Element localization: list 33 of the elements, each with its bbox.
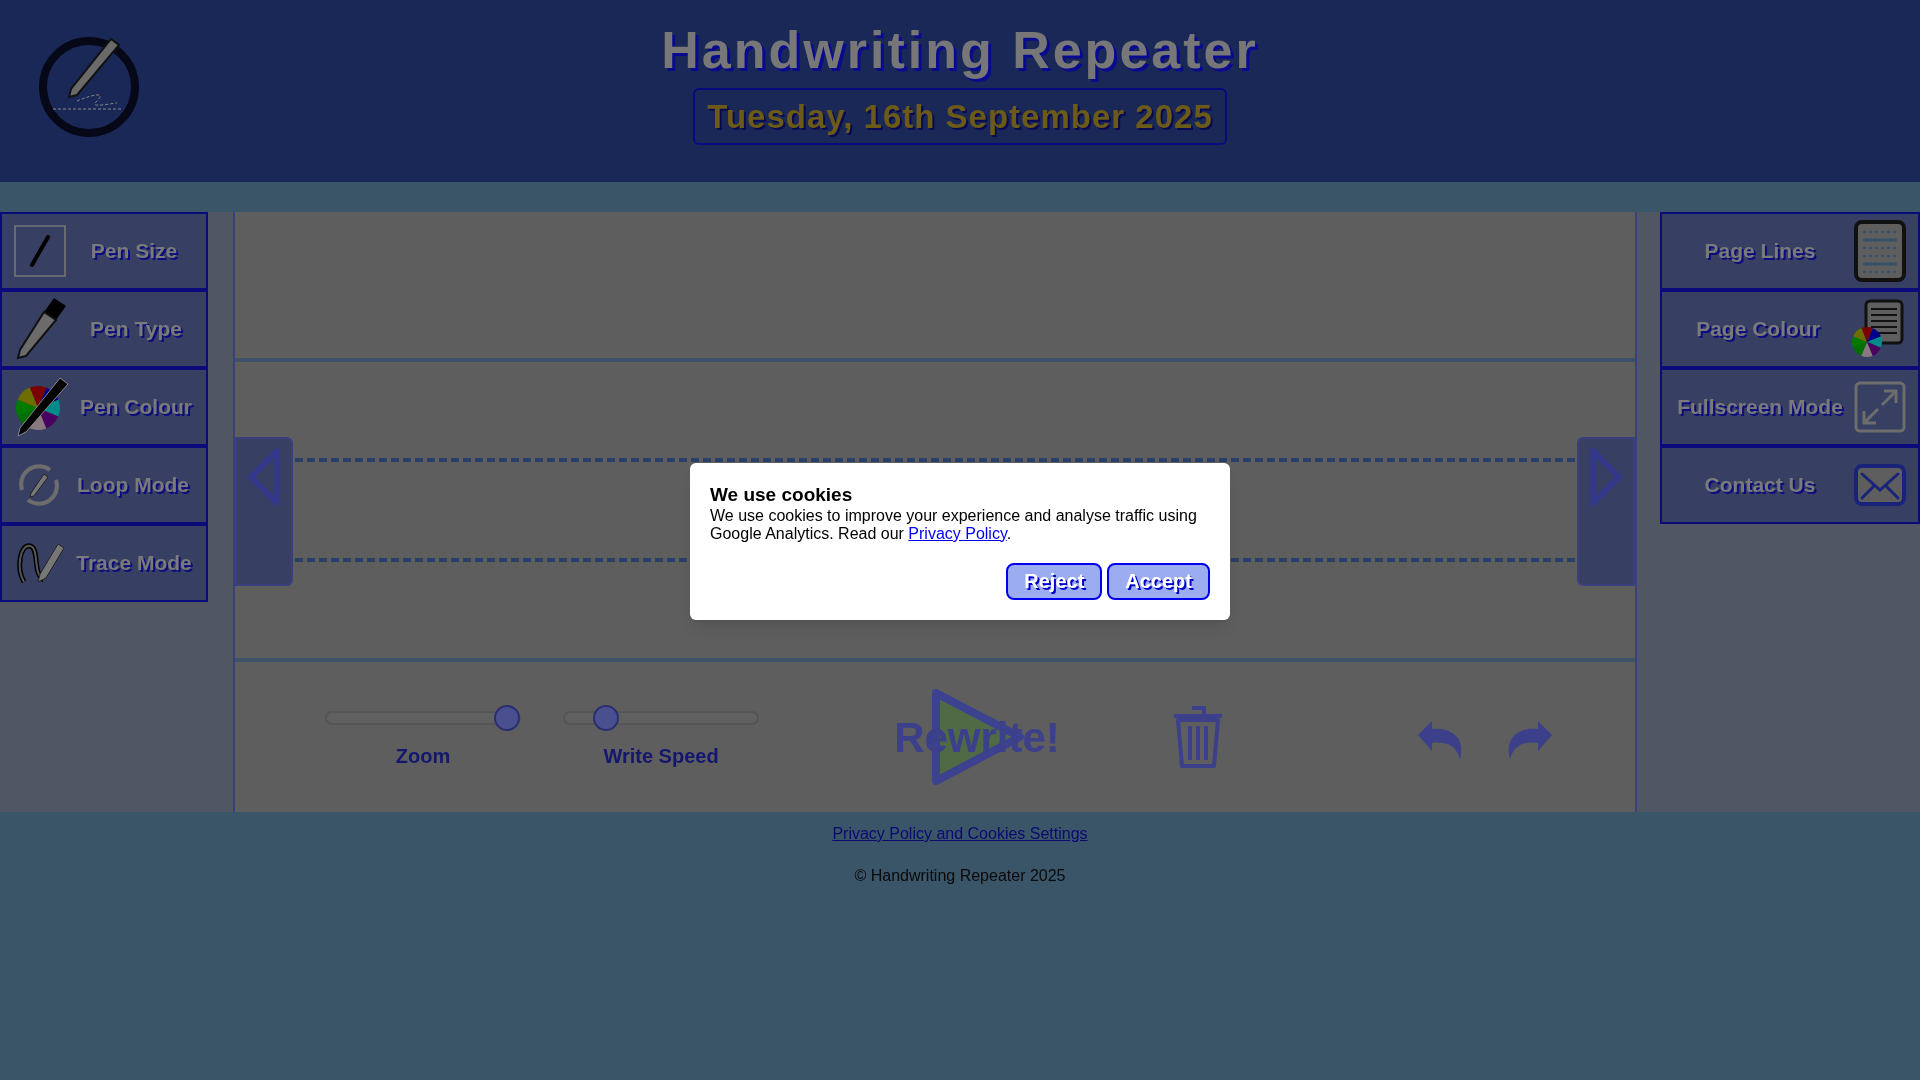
left-triangle-icon (247, 447, 281, 507)
expand-icon (1854, 381, 1906, 433)
previous-arrow-button[interactable] (235, 437, 293, 586)
right-triangle-icon (1589, 447, 1623, 507)
next-arrow-button[interactable] (1577, 437, 1635, 586)
date-badge: Tuesday, 16th September 2025 (693, 88, 1227, 146)
pen-logo-icon[interactable] (37, 35, 141, 139)
dialog-button[interactable]: Reject (1006, 562, 1103, 600)
dialog-title: We use cookies (710, 483, 854, 507)
menu-button[interactable]: Pen Colour (0, 368, 208, 446)
privacy-policy-link[interactable]: Privacy Policy (908, 524, 1007, 542)
menu-button[interactable]: Contact Us (1660, 446, 1920, 524)
menu-button[interactable]: Loop Mode (0, 446, 208, 524)
colour-wheel-pen-icon (14, 376, 70, 438)
menu-button[interactable]: Page Lines (1660, 212, 1920, 290)
dialog-message: We use cookies to improve your experience and analyse traffic using Google Analytics. Read our Privacy Policy. (710, 506, 1198, 543)
pen-icon (14, 225, 66, 277)
menu-button[interactable]: Page Colour (1660, 290, 1920, 368)
slider-label: Zoom (395, 744, 451, 769)
envelope-icon (1854, 464, 1906, 506)
lined-page-icon (1854, 220, 1906, 282)
menu-button[interactable]: Fullscreen Mode (1660, 368, 1920, 446)
slider-thumb[interactable] (593, 705, 620, 731)
menu-button[interactable]: Pen Size (0, 212, 208, 290)
slider-label: Write Speed (603, 744, 719, 769)
slider-thumb[interactable] (494, 705, 521, 731)
trash-icon[interactable] (1172, 704, 1224, 770)
copyright-text: © Handwriting Repeater 2025 (854, 866, 1066, 886)
page-colour-wheel-icon (1850, 299, 1906, 359)
dialog-button[interactable]: Accept (1107, 562, 1210, 600)
privacy-settings-link[interactable]: Privacy Policy and Cookies Settings (832, 822, 1088, 846)
menu-button[interactable]: Trace Mode (0, 524, 208, 602)
menu-button[interactable]: Pen Type (0, 290, 208, 368)
